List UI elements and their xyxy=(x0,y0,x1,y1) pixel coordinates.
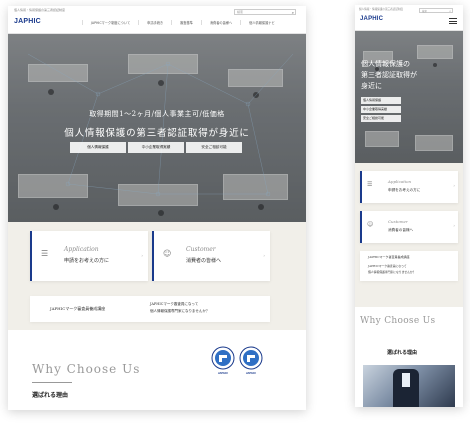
why-subtitle: 選ばれる理由 xyxy=(32,392,69,399)
seal-label: JAPHIC xyxy=(245,371,257,375)
mobile-hero-title-line1: 個人情報保護の xyxy=(361,60,410,68)
application-card[interactable]: ☰ Application 申請をお考えの方に › xyxy=(360,171,458,203)
site-tagline: 個人情報・情報保護の第三者認証制度 xyxy=(14,8,66,12)
mobile-hero-section: 個人情報保護の 第三者認証取得が 身近に 個人情報保護 中小企業取得実績 安全ご… xyxy=(355,31,463,163)
hamburger-menu-icon[interactable] xyxy=(449,18,457,26)
logo[interactable]: JAPHIC xyxy=(360,16,383,22)
hero-title: 個人情報保護の第三者認証取得が身近に xyxy=(64,128,250,139)
document-icon: ☰ xyxy=(367,181,373,188)
chevron-right-icon: › xyxy=(453,183,455,188)
logo[interactable]: JAPHIC xyxy=(14,18,41,25)
why-subtitle: 選ばれる理由 xyxy=(387,350,418,356)
search-icon[interactable]: ⌕ xyxy=(449,9,451,13)
hero-subtitle: 取得期間1〜2ヶ月/個人事業主可/低価格 xyxy=(89,110,225,118)
hero-section: 取得期間1〜2ヶ月/個人事業主可/低価格 個人情報保護の第三者認証取得が身近に … xyxy=(8,34,306,222)
customer-card[interactable]: ☺ Customer 消費者の皆様へ › xyxy=(360,211,458,243)
mobile-mockup: 個人情報・情報保護の第三者認証制度 JAPHIC 検索 ⌕ 個人情報保護の 第三… xyxy=(355,5,463,407)
japhic-seal-icon: JAPHIC xyxy=(239,346,263,376)
mark-course-label: JAPHICマーク審査員養成講座 xyxy=(50,306,106,311)
cards-section: ☰ Application 申請をお考えの方に › ☺ Customer 消費者… xyxy=(8,222,306,330)
chevron-right-icon: › xyxy=(263,253,265,258)
search-input[interactable]: 検索 ⌕ xyxy=(234,9,296,15)
hero-pill: 安全ご相談可能 xyxy=(361,115,401,122)
search-input[interactable]: 検索 ⌕ xyxy=(419,8,453,13)
hero-pill-row: 個人情報保護 中小企業取得実績 安全ご相談可能 xyxy=(70,142,242,153)
main-nav: JAPHICマーク制度について 申請手続き 審査基準 消費者の皆様へ 個人情報保… xyxy=(82,20,283,25)
mark-info-line2: 個人情報保護専門家になりませんか？ xyxy=(150,309,210,313)
customer-card-jp: 消費者の皆様へ xyxy=(388,228,414,232)
customer-card-en: Customer xyxy=(186,246,216,253)
mobile-hero-title-line2: 第三者認証取得が xyxy=(361,71,417,79)
nav-item-application[interactable]: 申請手続き xyxy=(138,20,171,25)
application-card[interactable]: ☰ Application 申請をお考えの方に › xyxy=(30,231,148,281)
hero-pill: 個人情報保護 xyxy=(361,97,401,104)
application-card-jp: 申請をお考えの方に xyxy=(64,258,110,264)
hero-pill: 中小企業取得実績 xyxy=(361,106,401,113)
customer-card-jp: 消費者の皆様へ xyxy=(186,258,222,264)
hero-pill: 中小企業取得実績 xyxy=(128,142,184,153)
mark-info-line1: JAPHICマーク審査員になって xyxy=(368,264,407,268)
person-icon: ☺ xyxy=(367,221,374,228)
header: 個人情報・情報保護の第三者認証制度 JAPHIC 検索 ⌕ JAPHICマーク制… xyxy=(8,6,306,34)
desktop-mockup: 個人情報・情報保護の第三者認証制度 JAPHIC 検索 ⌕ JAPHICマーク制… xyxy=(8,6,306,410)
why-title: Why Choose Us xyxy=(32,362,141,376)
business-person-photo xyxy=(363,365,455,407)
mark-info-line1: JAPHICマーク審査員になって xyxy=(150,302,199,306)
hero-pill: 安全ご相談可能 xyxy=(186,142,242,153)
nav-item-about[interactable]: JAPHICマーク制度について xyxy=(82,20,138,25)
why-title: Why Choose Us xyxy=(360,316,436,326)
mobile-hero-pills: 個人情報保護 中小企業取得実績 安全ご相談可能 xyxy=(361,97,401,122)
mobile-hero-title-line3: 身近に xyxy=(361,82,382,90)
nav-item-criteria[interactable]: 審査基準 xyxy=(171,20,201,25)
mobile-cards-section: ☰ Application 申請をお考えの方に › ☺ Customer 消費者… xyxy=(355,163,463,307)
hero-pill: 個人情報保護 xyxy=(70,142,126,153)
search-icon[interactable]: ⌕ xyxy=(292,10,294,15)
application-card-en: Application xyxy=(64,246,99,253)
nav-item-navi[interactable]: 個人情報保護ナビ xyxy=(240,20,283,25)
mark-info-line2: 個人情報保護専門家になりませんか？ xyxy=(368,270,416,274)
seal-label: JAPHIC xyxy=(217,371,229,375)
mark-course-link[interactable]: JAPHICマーク審査員養成講座 JAPHICマーク審査員になって 個人情報保護… xyxy=(30,296,270,322)
document-icon: ☰ xyxy=(41,249,49,258)
mobile-hero-title: 個人情報保護の 第三者認証取得が 身近に xyxy=(361,59,417,92)
mobile-header: 個人情報・情報保護の第三者認証制度 JAPHIC 検索 ⌕ xyxy=(355,5,463,31)
mark-course-label: JAPHICマーク審査員養成講座 xyxy=(368,255,410,259)
japhic-seal-icon: JAPHIC xyxy=(211,346,235,376)
customer-card-en: Customer xyxy=(388,219,408,224)
nav-item-consumers[interactable]: 消費者の皆様へ xyxy=(200,20,240,25)
chevron-right-icon: › xyxy=(141,253,143,258)
application-card-jp: 申請をお考えの方に xyxy=(388,188,421,192)
person-icon: ☺ xyxy=(163,249,172,258)
customer-card[interactable]: ☺ Customer 消費者の皆様へ › xyxy=(152,231,270,281)
chevron-right-icon: › xyxy=(453,223,455,228)
search-placeholder: 検索 xyxy=(422,10,428,13)
mark-course-link[interactable]: JAPHICマーク審査員養成講座 JAPHICマーク審査員になって 個人情報保護… xyxy=(360,251,458,281)
search-placeholder: 検索 xyxy=(237,10,244,14)
why-divider xyxy=(32,382,72,383)
application-card-en: Application xyxy=(388,179,412,184)
site-tagline: 個人情報・情報保護の第三者認証制度 xyxy=(359,8,404,11)
